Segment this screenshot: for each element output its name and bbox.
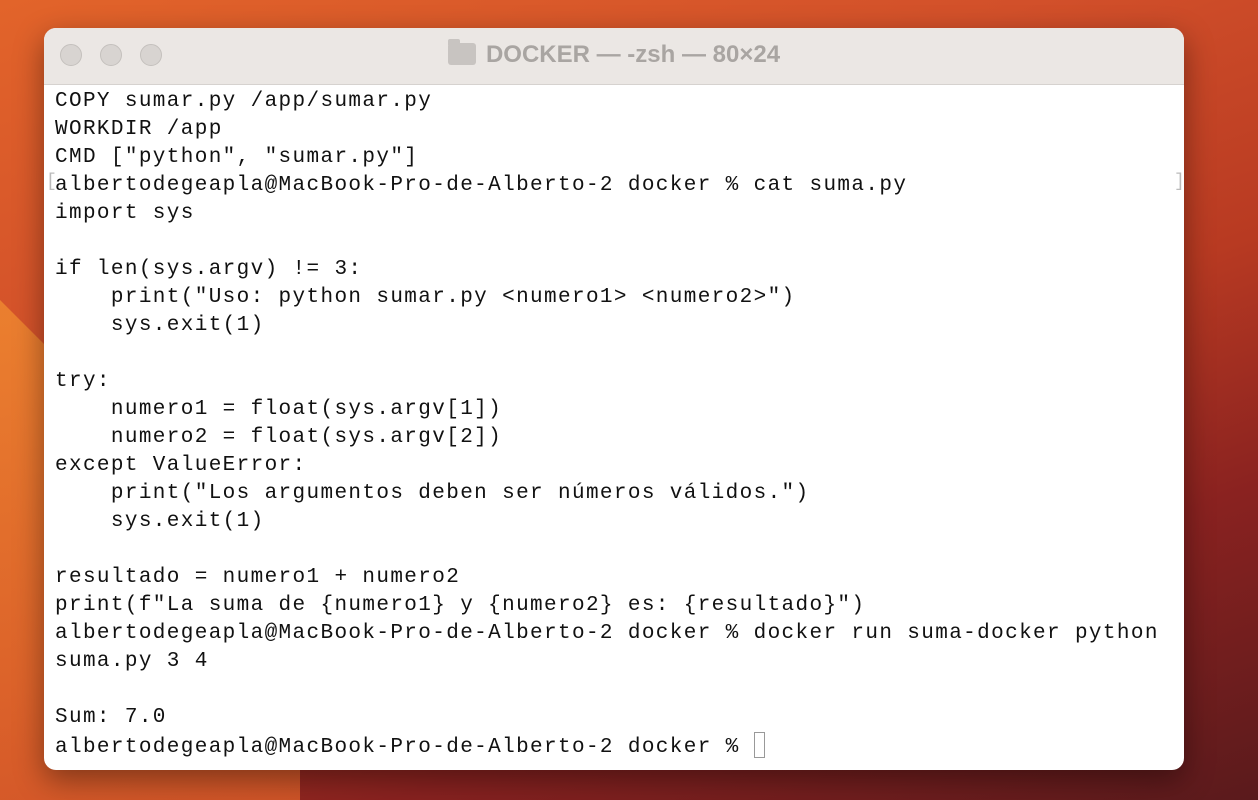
terminal-line: albertodegeapla@MacBook-Pro-de-Alberto-2… [55,622,1159,645]
text-cursor [753,732,765,758]
terminal-line: print(f"La suma de {numero1} y {numero2}… [55,594,866,617]
terminal-line: resultado = numero1 + numero2 [55,566,461,589]
terminal-line: print("Los argumentos deben ser números … [55,482,810,505]
terminal-line: import sys [55,202,195,225]
terminal-line: suma.py 3 4 [55,650,209,673]
window-title: DOCKER — -zsh — 80×24 [44,39,1184,69]
terminal-output[interactable]: COPY sumar.py /app/sumar.py WORKDIR /app C… [55,88,1184,760]
prompt-line[interactable]: albertodegeapla@MacBook-Pro-de-Alberto-2… [55,732,1184,760]
terminal-line: COPY sumar.py /app/sumar.py [55,90,433,113]
terminal-line: numero2 = float(sys.argv[2]) [55,426,503,449]
terminal-line: Sum: 7.0 [55,706,167,729]
terminal-line: WORKDIR /app [55,118,223,141]
terminal-line: if len(sys.argv) != 3: [55,258,363,281]
terminal-line: numero1 = float(sys.argv[1]) [55,398,503,421]
terminal-line: albertodegeapla@MacBook-Pro-de-Alberto-2… [55,174,908,197]
terminal-window: DOCKER — -zsh — 80×24 [ ] COPY sumar.py … [44,28,1184,770]
prompt-text: albertodegeapla@MacBook-Pro-de-Alberto-2… [55,736,754,759]
terminal-line: print("Uso: python sumar.py <numero1> <n… [55,286,796,309]
folder-icon [447,39,476,65]
window-title-text: DOCKER — -zsh — 80×24 [485,41,781,68]
terminal-line: except ValueError: [55,454,307,477]
title-bar[interactable]: DOCKER — -zsh — 80×24 [44,28,1184,85]
terminal-line: sys.exit(1) [55,314,265,337]
terminal-line: sys.exit(1) [55,510,265,533]
terminal-line: CMD ["python", "sumar.py"] [55,146,419,169]
terminal-line: try: [55,370,111,393]
